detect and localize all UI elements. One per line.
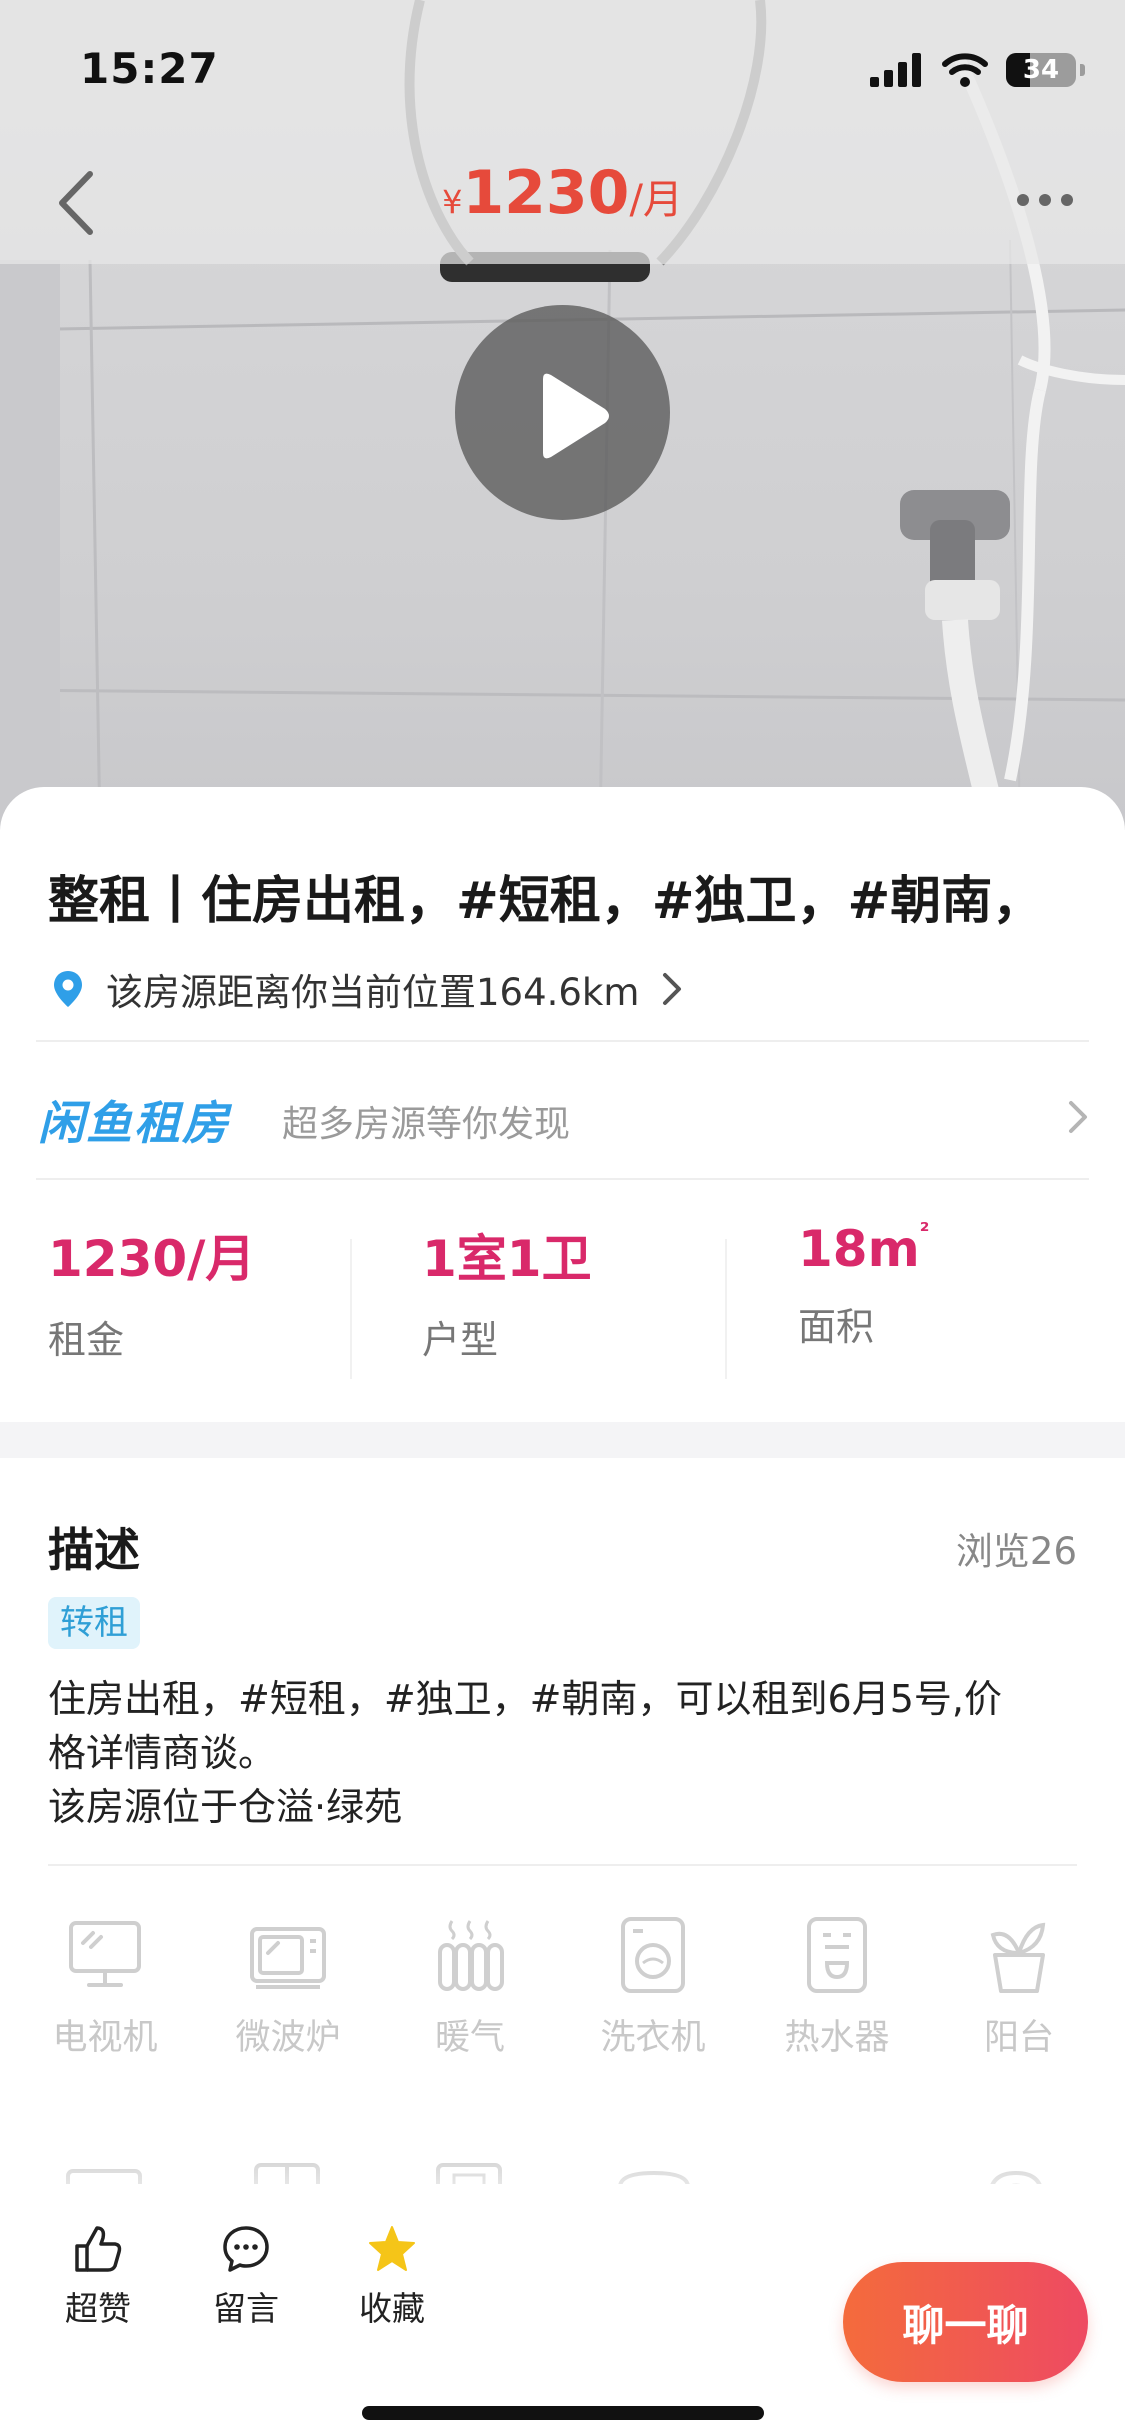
battery-level: 34 — [1022, 55, 1060, 85]
stat-label: 户型 — [422, 1318, 499, 1362]
description-line: 格详情商谈。 — [48, 1731, 277, 1775]
divider — [36, 1178, 1089, 1180]
description-text: 住房出租，#短租，#独卫，#朝南，可以租到6月5号,价 格详情商谈。 该房源位于… — [48, 1672, 1088, 1834]
stat-value: 18m² — [798, 1219, 1098, 1278]
cellular-signal-icon — [870, 53, 921, 87]
section-gap — [0, 1422, 1125, 1458]
water-heater-icon — [807, 1917, 867, 1993]
rental-promo-banner[interactable]: 闲鱼租房 超多房源等你发现 — [0, 1047, 1125, 1187]
amenity-name: 阳台 — [983, 2018, 1054, 2058]
chevron-right-icon — [1069, 1101, 1087, 1133]
area-value: 18m — [798, 1220, 920, 1278]
price-currency: ¥ — [442, 183, 463, 221]
divider — [48, 1864, 1077, 1866]
comment-label: 留言 — [213, 2289, 279, 2328]
stat-rent: 1230/月 租金 — [48, 1219, 348, 1364]
price-value: 1230 — [462, 158, 630, 228]
star-icon — [369, 2226, 415, 2271]
description-line: 该房源位于仓溢·绿苑 — [48, 1785, 403, 1829]
amenity-name: 微波炉 — [235, 2018, 341, 2058]
chat-button[interactable]: 聊一聊 — [843, 2262, 1088, 2382]
like-label: 超赞 — [65, 2289, 131, 2328]
bottom-action-bar: 超赞 留言 收藏 聊一聊 — [0, 2184, 1125, 2436]
balcony-plant-icon — [990, 1922, 1046, 1993]
stat-label: 面积 — [798, 1305, 875, 1349]
promo-slogan: 超多房源等你发现 — [282, 1104, 571, 1145]
area-unit-sup: ² — [919, 1219, 930, 1244]
distance-text: 该房源距离你当前位置164.6km — [106, 971, 640, 1014]
play-video-button[interactable] — [455, 305, 670, 520]
amenity-name: 热水器 — [784, 2018, 890, 2058]
amenity-tv: 电视机 — [25, 1917, 185, 2060]
stat-separator — [725, 1239, 727, 1379]
radiator-icon — [438, 1920, 504, 1991]
status-time: 15:27 — [80, 44, 219, 93]
header-price: ¥1230/月 — [0, 158, 1125, 228]
battery-tip — [1080, 64, 1085, 76]
favorite-label: 收藏 — [359, 2289, 425, 2328]
stat-value: 1室1卫 — [422, 1230, 592, 1288]
amenity-name: 电视机 — [52, 2018, 158, 2058]
key-stats: 1230/月 租金 1室1卫 户型 18m² 面积 — [0, 1219, 1125, 1379]
like-button[interactable]: 超赞 — [38, 2224, 158, 2330]
amenity-name: 洗衣机 — [600, 2018, 706, 2058]
washing-machine-icon — [621, 1917, 685, 1993]
divider — [36, 1040, 1089, 1042]
location-pin-icon — [54, 971, 82, 1007]
stat-layout: 1室1卫 户型 — [422, 1219, 722, 1364]
price-unit: /月 — [629, 177, 683, 223]
sublet-tag: 转租 — [48, 1597, 140, 1649]
more-dot — [1061, 194, 1073, 206]
favorite-button[interactable]: 收藏 — [332, 2224, 452, 2330]
amenity-name: 暖气 — [434, 2018, 505, 2058]
amenity-heating: 暖气 — [390, 1917, 550, 2060]
status-icons: 34 — [870, 50, 1085, 90]
view-count: 浏览26 — [955, 1530, 1077, 1573]
promo-brand-logo: 闲鱼租房 — [38, 1096, 230, 1150]
more-horizontal-icon — [1017, 194, 1029, 206]
description-line: 住房出租，#短租，#独卫，#朝南，可以租到6月5号,价 — [48, 1677, 1002, 1721]
amenity-microwave: 微波炉 — [208, 1917, 368, 2060]
description-heading: 描述 — [48, 1523, 140, 1577]
listing-title: 整租丨住房出租，#短租，#独卫，#朝南， — [48, 872, 1044, 931]
tv-icon — [69, 1921, 141, 1987]
amenity-washer: 洗衣机 — [573, 1917, 733, 2060]
microwave-icon — [250, 1927, 326, 1989]
more-options-button[interactable] — [1017, 185, 1087, 215]
stat-label: 租金 — [48, 1318, 125, 1362]
comment-bubble-icon — [223, 2226, 269, 2272]
stat-area: 18m² 面积 — [798, 1219, 1098, 1351]
more-dot — [1039, 194, 1051, 206]
stat-value: 1230/月 — [48, 1230, 256, 1288]
play-icon — [543, 373, 609, 459]
thumbs-up-icon — [75, 2226, 122, 2272]
wifi-icon — [942, 53, 988, 87]
stat-separator — [350, 1239, 352, 1379]
battery-icon: 34 — [1006, 53, 1076, 87]
home-indicator — [362, 2406, 764, 2420]
chevron-right-icon — [663, 973, 682, 1005]
distance-link[interactable]: 该房源距离你当前位置164.6km — [52, 962, 683, 1016]
comment-button[interactable]: 留言 — [186, 2224, 306, 2330]
amenity-water-heater: 热水器 — [757, 1917, 917, 2060]
amenity-balcony: 阳台 — [939, 1917, 1099, 2060]
